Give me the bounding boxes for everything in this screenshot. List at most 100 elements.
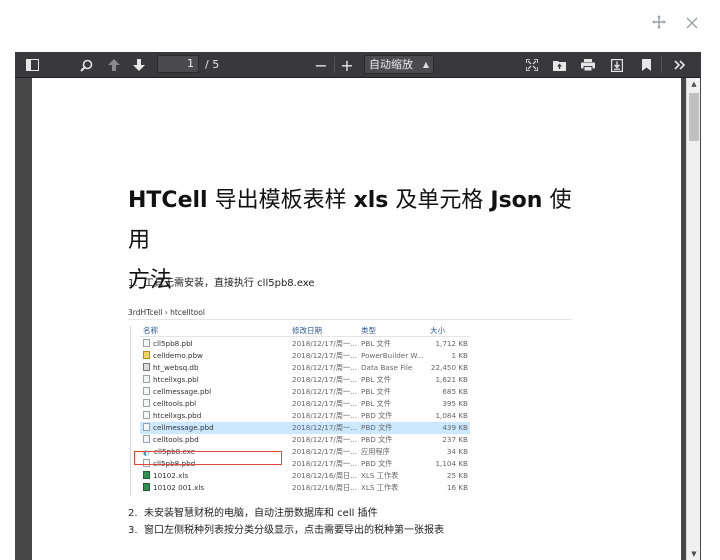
title-part: HTCell <box>128 188 208 213</box>
file-size: 1,712 KB <box>435 339 468 348</box>
move-icon[interactable] <box>650 15 668 33</box>
file-file-icon <box>143 399 150 407</box>
sidebar-toggle-icon[interactable] <box>23 55 41 75</box>
file-type: PBL 文件 <box>361 399 391 408</box>
search-icon[interactable] <box>77 55 95 75</box>
download-icon[interactable] <box>608 55 626 75</box>
file-type: PBD 文件 <box>361 411 393 420</box>
pbw-file-icon <box>143 351 150 359</box>
zoom-in-button[interactable]: + <box>339 55 355 75</box>
more-tools-icon[interactable] <box>671 55 689 75</box>
file-name-text: 10102 001.xls <box>153 483 205 492</box>
file-size: 395 KB <box>442 399 468 408</box>
file-date: 2018/12/17/周一... <box>292 363 358 372</box>
title-part: 导出模板表样 <box>207 188 354 213</box>
open-file-icon[interactable] <box>551 55 569 75</box>
step-number: 1. <box>128 278 138 289</box>
file-file-icon <box>143 339 150 347</box>
scroll-down-icon[interactable]: ▼ <box>687 548 701 560</box>
step-item: 1. 工具无需安装，直接执行 cll5pb8.exe <box>128 274 315 289</box>
file-date: 2018/12/17/周一... <box>292 351 358 360</box>
file-row[interactable]: celltools.pbl 2018/12/17/周一... PBL 文件 395 K… <box>140 398 470 410</box>
page-number-input[interactable]: 1 <box>157 55 199 73</box>
previous-page-icon[interactable] <box>105 55 123 75</box>
dialog-header <box>0 0 720 52</box>
file-name-text: cll5pb8.pbl <box>153 339 193 348</box>
vertical-scrollbar[interactable]: ▲ ▼ <box>686 78 700 560</box>
file-name: celltools.pbd <box>143 435 293 444</box>
file-row[interactable]: cellmessage.pbl 2018/12/17/周一... PBL 文件 685… <box>140 386 470 398</box>
file-name: celltools.pbl <box>143 399 293 408</box>
step-item: 2. 未安装智慧财税的电脑，自动注册数据库和 cell 插件 <box>128 504 378 519</box>
file-row[interactable]: htcellxgs.pbl 2018/12/17/周一... PBL 文件 1,621… <box>140 374 470 386</box>
file-size: 1,084 KB <box>435 411 468 420</box>
file-file-icon <box>143 387 150 395</box>
file-size: 34 KB <box>446 447 468 456</box>
bookmark-icon[interactable] <box>637 55 655 75</box>
document-page: HTCell 导出模板表样 xls 及单元格 Json 使用 方法 1. 工具无需… <box>32 78 681 560</box>
step-number: 3. <box>128 525 138 536</box>
pane-divider <box>130 326 131 496</box>
breadcrumb: 3rdHTcell › htcelltool <box>128 308 572 320</box>
file-name-text: ht_websq.db <box>153 363 199 372</box>
file-date: 2018/12/17/周一... <box>292 435 358 444</box>
file-date: 2018/12/17/周一... <box>292 399 358 408</box>
file-size: 22,450 KB <box>430 363 468 372</box>
file-date: 2018/12/16/周日... <box>292 471 358 480</box>
file-row[interactable]: cll5pb8.pbl 2018/12/17/周一... PBL 文件 1,712 K… <box>140 338 470 350</box>
title-part: 及单元格 <box>388 188 491 213</box>
title-part: Json <box>490 188 543 213</box>
toolbar-separator <box>334 57 335 73</box>
file-row[interactable]: ht_websq.db 2018/12/17/周一... Data Base Fil… <box>140 362 470 374</box>
file-size: 237 KB <box>442 435 468 444</box>
file-name-text: 10102.xls <box>153 471 189 480</box>
scroll-up-icon[interactable]: ▲ <box>687 78 701 90</box>
scroll-thumb[interactable] <box>689 93 699 141</box>
file-name-text: celltools.pbl <box>153 399 197 408</box>
header-type: 类型 <box>361 326 376 335</box>
header-date: 修改日期 <box>292 326 322 335</box>
file-date: 2018/12/17/周一... <box>292 423 358 432</box>
file-row[interactable]: 10102 001.xls 2018/12/16/周日... XLS 工作表 16 K… <box>140 482 470 494</box>
file-date: 2018/12/17/周一... <box>292 387 358 396</box>
header-size: 大小 <box>430 326 445 335</box>
pdf-toolbar: 1 / 5 − + 自动缩放 ▲ <box>15 52 701 78</box>
step-item: 3. 窗口左侧税种列表按分类分级显示，点击需要导出的税种第一张报表 <box>128 521 444 536</box>
file-row[interactable]: celltools.pbd 2018/12/17/周一... PBD 文件 237 K… <box>140 434 470 446</box>
file-size: 685 KB <box>442 387 468 396</box>
highlight-box <box>134 451 282 465</box>
step-text: 工具无需安装，直接执行 cll5pb8.exe <box>144 278 315 289</box>
file-name-text: cellmessage.pbd <box>153 423 214 432</box>
next-page-icon[interactable] <box>130 55 148 75</box>
file-type: PBL 文件 <box>361 339 391 348</box>
file-type: 应用程序 <box>361 447 390 456</box>
close-icon[interactable] <box>683 15 701 33</box>
file-name-text: celltools.pbd <box>153 435 199 444</box>
file-type: PBD 文件 <box>361 423 393 432</box>
file-row[interactable]: cellmessage.pbd 2018/12/17/周一... PBD 文件 439… <box>140 422 470 434</box>
file-name-text: htcellxgs.pbl <box>153 375 199 384</box>
file-size: 16 KB <box>446 483 468 492</box>
print-icon[interactable] <box>579 55 597 75</box>
pdf-viewer: 1 / 5 − + 自动缩放 ▲ HTCell 导出模板表样 xls 及单元格 … <box>15 52 701 560</box>
toolbar-separator <box>661 57 662 73</box>
file-type: PBL 文件 <box>361 375 391 384</box>
file-type: XLS 工作表 <box>361 483 399 492</box>
zoom-select[interactable]: 自动缩放 ▲ <box>364 55 434 74</box>
file-type: XLS 工作表 <box>361 471 399 480</box>
file-row[interactable]: celldemo.pbw 2018/12/17/周一... PowerBuilder… <box>140 350 470 362</box>
file-date: 2018/12/17/周一... <box>292 447 358 456</box>
xls-file-icon <box>143 471 150 479</box>
file-row[interactable]: htcellxgs.pbd 2018/12/17/周一... PBD 文件 1,084… <box>140 410 470 422</box>
zoom-out-button[interactable]: − <box>313 55 329 75</box>
page-total: / 5 <box>205 58 220 71</box>
xls-file-icon <box>143 483 150 491</box>
file-date: 2018/12/17/周一... <box>292 459 358 468</box>
file-file-icon <box>143 435 150 443</box>
file-size: 25 KB <box>446 471 468 480</box>
file-date: 2018/12/16/周日... <box>292 483 358 492</box>
presentation-mode-icon[interactable] <box>523 55 541 75</box>
file-row[interactable]: 10102.xls 2018/12/16/周日... XLS 工作表 25 KB <box>140 470 470 482</box>
file-size: 1,104 KB <box>435 459 468 468</box>
step-text: 未安装智慧财税的电脑，自动注册数据库和 cell 插件 <box>144 508 378 519</box>
